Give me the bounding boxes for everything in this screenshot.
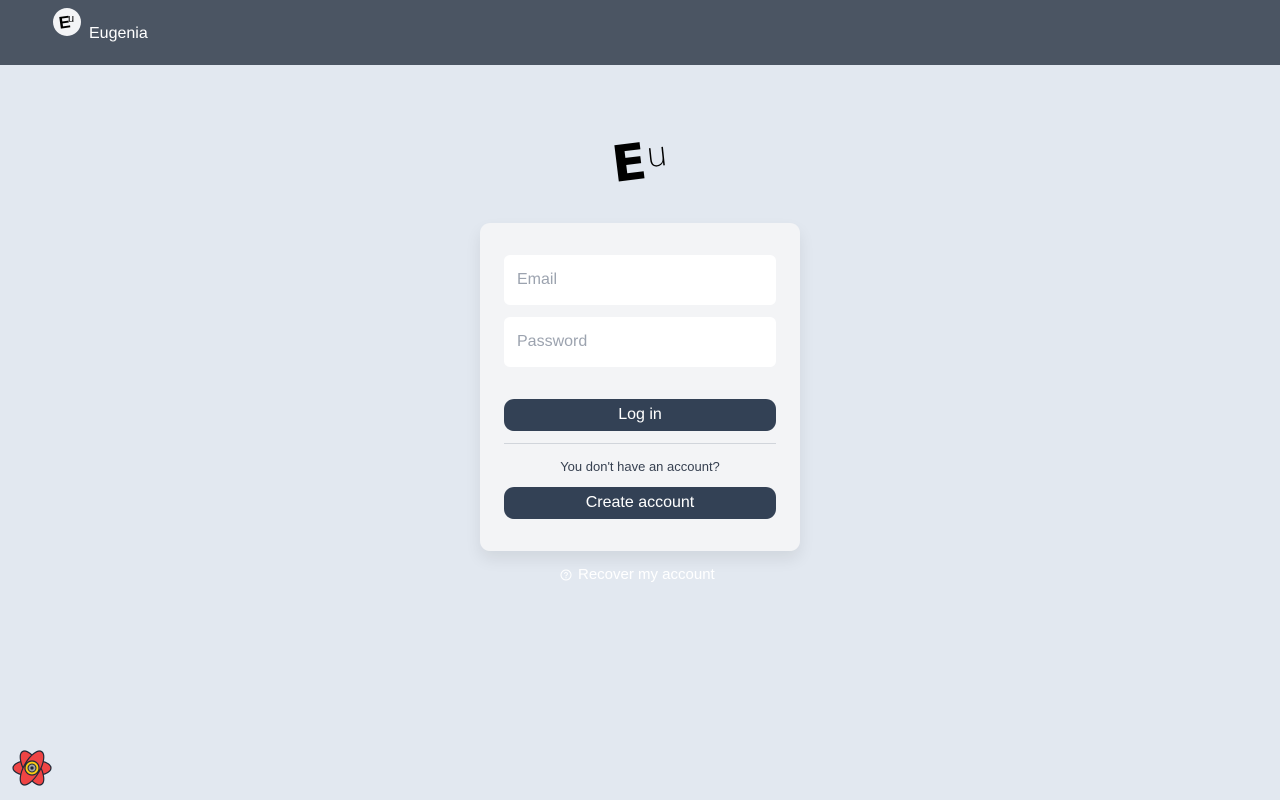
page-logo: E u	[608, 132, 672, 194]
top-navbar: E u Eugenia	[0, 0, 1280, 65]
password-field[interactable]	[504, 317, 776, 367]
brand-logo-letter-u: u	[68, 13, 75, 25]
logo-letter-e: E	[608, 132, 650, 194]
login-button[interactable]: Log in	[504, 399, 776, 431]
brand-name: Eugenia	[89, 25, 148, 42]
logo-letter-u: u	[643, 133, 670, 177]
divider	[504, 443, 776, 444]
email-field[interactable]	[504, 255, 776, 305]
create-account-button[interactable]: Create account	[504, 487, 776, 519]
brand-link[interactable]: E u Eugenia	[53, 8, 148, 43]
no-account-text: You don't have an account?	[560, 459, 720, 474]
brand-logo-avatar: E u	[53, 8, 81, 36]
react-query-devtools-icon	[12, 750, 52, 786]
recover-account-label: Recover my account	[578, 566, 715, 583]
question-circle-icon	[560, 569, 572, 580]
react-query-devtools-button[interactable]	[11, 748, 53, 788]
recover-account-link[interactable]: Recover my account	[560, 566, 722, 583]
login-card: Log in You don't have an account? Create…	[480, 223, 800, 551]
